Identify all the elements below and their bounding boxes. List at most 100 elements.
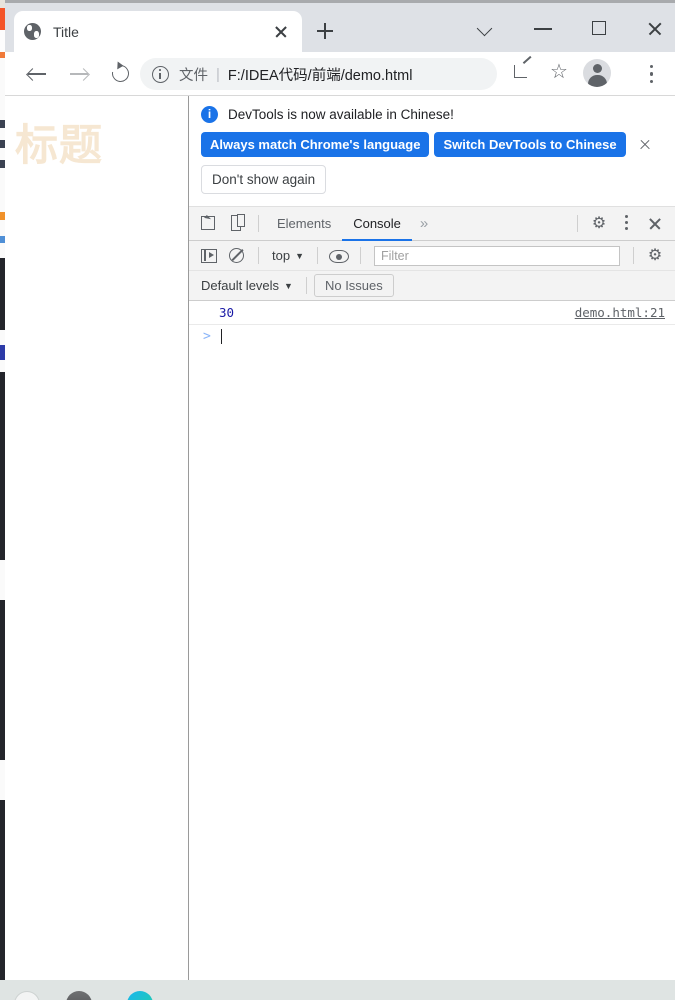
devtools-close-button[interactable] bbox=[641, 210, 669, 238]
always-match-language-button[interactable]: Always match Chrome's language bbox=[201, 132, 430, 157]
console-input-prompt[interactable]: > bbox=[189, 325, 675, 348]
log-levels-selector[interactable]: Default levels ▼ bbox=[195, 278, 299, 293]
devtools-settings-button[interactable]: ⚙ bbox=[585, 210, 613, 238]
minimize-button[interactable] bbox=[521, 11, 565, 45]
address-bar[interactable]: 文件 | F:/IDEA代码/前端/demo.html bbox=[140, 58, 497, 90]
back-arrow-head bbox=[26, 67, 39, 81]
divider bbox=[633, 247, 634, 264]
close-icon bbox=[648, 217, 662, 231]
log-levels-label: Default levels bbox=[201, 278, 280, 293]
star-icon: ☆ bbox=[550, 61, 568, 83]
clear-console-button[interactable] bbox=[223, 242, 251, 270]
live-expression-button[interactable] bbox=[325, 242, 353, 270]
device-glyph bbox=[231, 213, 245, 231]
console-settings-button[interactable]: ⚙ bbox=[641, 242, 669, 270]
start-icon[interactable] bbox=[14, 991, 40, 1000]
notice-close-icon[interactable] bbox=[636, 136, 654, 154]
dont-show-again-button[interactable]: Don't show again bbox=[201, 165, 327, 194]
devtools-tabbar: Elements Console » ⚙ bbox=[189, 207, 675, 241]
tab-title: Title bbox=[53, 23, 79, 40]
console-sidebar-toggle-button[interactable] bbox=[195, 242, 223, 270]
chrome-menu-button[interactable] bbox=[637, 58, 665, 90]
new-tab-button[interactable] bbox=[311, 17, 339, 45]
bookmark-button[interactable]: ☆ bbox=[545, 58, 575, 88]
omnibox-separator: | bbox=[216, 65, 220, 83]
chrome-browser-window: Title 文件 | F:/IDEA代码/前端/demo.html ☆ 标题 i… bbox=[5, 0, 675, 980]
omnibox-url-text: F:/IDEA代码/前端/demo.html bbox=[227, 67, 413, 84]
devtools-more-options-button[interactable] bbox=[613, 210, 641, 238]
tab-console[interactable]: Console bbox=[342, 207, 412, 241]
gear-icon: ⚙ bbox=[647, 246, 663, 264]
content-area: 标题 i DevTools is now available in Chines… bbox=[5, 96, 675, 980]
back-button[interactable] bbox=[21, 58, 53, 90]
divider bbox=[317, 247, 318, 264]
profile-avatar[interactable] bbox=[583, 59, 611, 87]
app-icon[interactable] bbox=[127, 991, 153, 1000]
gear-icon: ⚙ bbox=[591, 214, 607, 232]
minimize-icon bbox=[534, 28, 552, 30]
tab-strip: Title bbox=[5, 0, 675, 52]
site-info-icon[interactable] bbox=[152, 65, 169, 83]
notice-message-row: i DevTools is now available in Chinese! bbox=[201, 106, 663, 123]
reload-icon bbox=[108, 61, 133, 86]
console-sidebar-icon bbox=[201, 248, 217, 263]
kebab-dot bbox=[649, 65, 653, 69]
tab-close-icon[interactable] bbox=[270, 21, 292, 43]
search-icon[interactable] bbox=[66, 991, 92, 1000]
console-levels-row: Default levels ▼ No Issues bbox=[189, 271, 675, 301]
devtools-language-notice: i DevTools is now available in Chinese! … bbox=[189, 96, 675, 207]
console-message-row[interactable]: 30 demo.html:21 bbox=[189, 301, 675, 325]
navigation-toolbar: 文件 | F:/IDEA代码/前端/demo.html ☆ bbox=[5, 52, 675, 96]
console-message-source-link[interactable]: demo.html:21 bbox=[575, 305, 665, 320]
tab-elements[interactable]: Elements bbox=[266, 207, 342, 241]
forward-button[interactable] bbox=[63, 58, 95, 90]
kebab-dot bbox=[625, 227, 629, 231]
kebab-dot bbox=[625, 220, 629, 225]
close-icon bbox=[647, 21, 663, 37]
notice-dismiss-row: Don't show again bbox=[201, 165, 663, 194]
kebab-dot bbox=[649, 79, 653, 83]
chevron-down-icon: ▼ bbox=[295, 250, 304, 261]
reload-button[interactable] bbox=[105, 58, 137, 90]
forward-arrow-head bbox=[77, 67, 90, 81]
omnibox-scheme-label: 文件 bbox=[179, 67, 208, 84]
console-filter-input[interactable] bbox=[374, 245, 620, 266]
page-viewport: 标题 bbox=[5, 96, 189, 980]
tab-search-button[interactable] bbox=[464, 11, 508, 45]
browser-tab[interactable]: Title bbox=[14, 11, 302, 52]
inspect-cursor-glyph bbox=[201, 215, 215, 230]
more-tabs-icon[interactable]: » bbox=[412, 215, 436, 232]
info-icon: i bbox=[201, 106, 218, 123]
globe-icon bbox=[24, 23, 41, 40]
kebab-dot bbox=[625, 214, 629, 218]
execution-context-selector[interactable]: top ▼ bbox=[266, 248, 310, 263]
share-button[interactable] bbox=[508, 58, 538, 88]
switch-to-chinese-button[interactable]: Switch DevTools to Chinese bbox=[434, 132, 626, 157]
console-message-value: 30 bbox=[219, 305, 235, 320]
device-toolbar-icon[interactable] bbox=[223, 210, 251, 238]
divider bbox=[577, 215, 578, 232]
divider bbox=[305, 277, 307, 294]
notice-message: DevTools is now available in Chinese! bbox=[228, 107, 454, 122]
console-toolbar: top ▼ ⚙ bbox=[189, 241, 675, 271]
share-icon bbox=[514, 65, 527, 78]
kebab-dot bbox=[649, 72, 653, 76]
eye-icon bbox=[329, 249, 349, 263]
divider bbox=[360, 247, 361, 264]
text-cursor bbox=[220, 329, 223, 344]
devtools-panel: i DevTools is now available in Chinese! … bbox=[189, 96, 675, 980]
chevron-down-icon bbox=[476, 20, 493, 37]
console-output[interactable]: 30 demo.html:21 > bbox=[189, 301, 675, 980]
kebab-icon bbox=[625, 214, 629, 234]
page-heading: 标题 bbox=[15, 122, 103, 170]
maximize-icon bbox=[592, 21, 606, 35]
os-taskbar bbox=[0, 980, 675, 1000]
no-issues-button[interactable]: No Issues bbox=[313, 274, 394, 297]
execution-context-label: top bbox=[272, 248, 291, 263]
close-window-button[interactable] bbox=[633, 11, 675, 45]
prompt-chevron-icon: > bbox=[203, 329, 211, 344]
inspect-element-icon[interactable] bbox=[195, 210, 223, 238]
maximize-button[interactable] bbox=[577, 11, 621, 45]
notice-actions-row: Always match Chrome's language Switch De… bbox=[201, 132, 663, 157]
chevron-down-icon: ▼ bbox=[284, 280, 293, 291]
